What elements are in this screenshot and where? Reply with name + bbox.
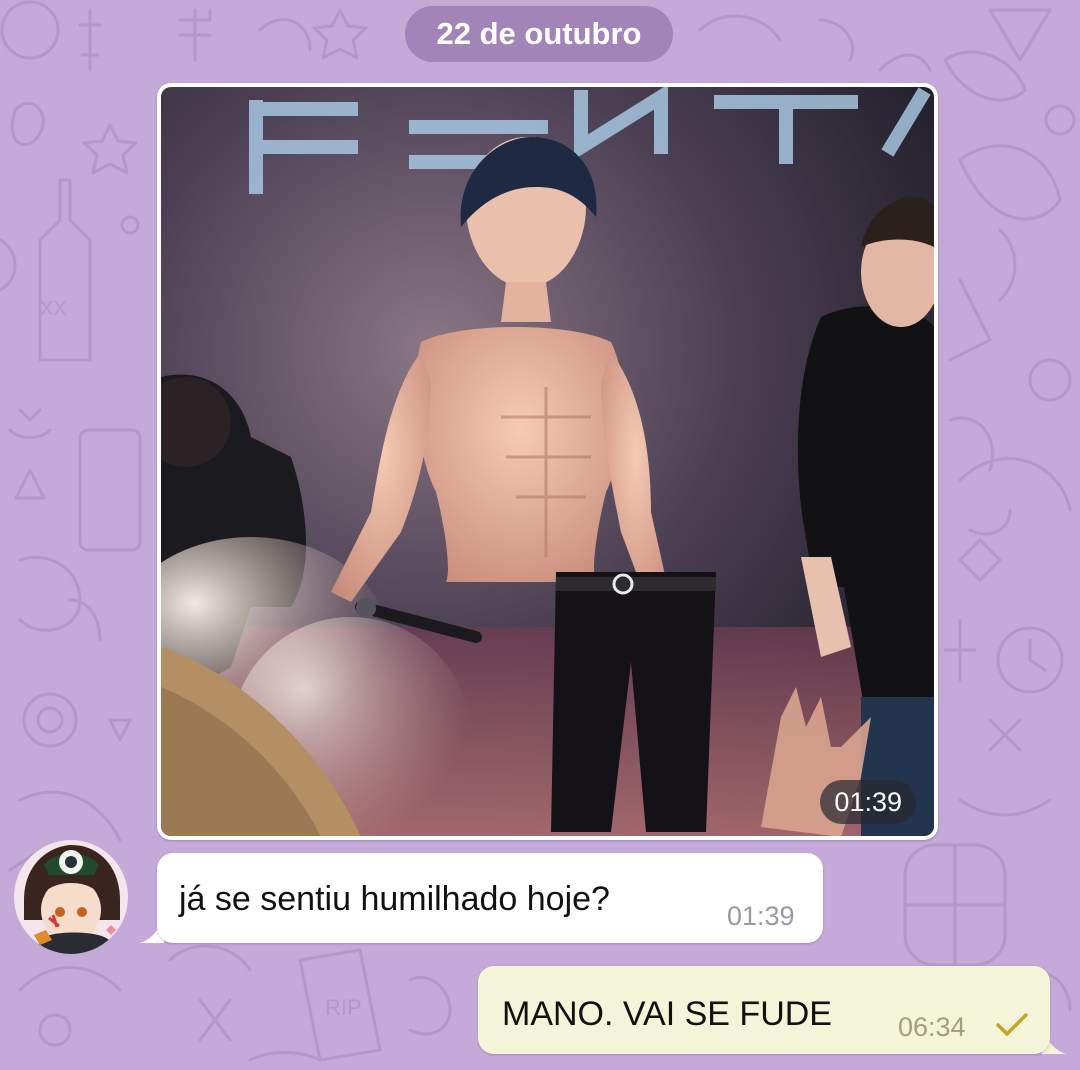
concert-photo[interactable]: 01:39: [161, 87, 934, 836]
outgoing-message-time: 06:34: [898, 1012, 966, 1042]
incoming-message-text: já se sentiu humilhado hoje?: [179, 880, 610, 918]
svg-text:RIP: RIP: [325, 995, 362, 1020]
photo-timestamp: 01:39: [820, 780, 916, 824]
incoming-message[interactable]: já se sentiu humilhado hoje? 01:39: [157, 853, 823, 943]
date-separator: 22 de outubro: [405, 6, 673, 62]
incoming-message-time: 01:39: [727, 901, 795, 931]
outgoing-message-text: MANO. VAI SE FUDE: [502, 995, 832, 1033]
sender-avatar[interactable]: [14, 840, 128, 954]
check-icon: [996, 1013, 1028, 1036]
outgoing-message[interactable]: MANO. VAI SE FUDE 06:34: [478, 966, 1050, 1054]
photo-message[interactable]: 01:39: [157, 83, 938, 840]
svg-text:XX: XX: [40, 298, 67, 320]
